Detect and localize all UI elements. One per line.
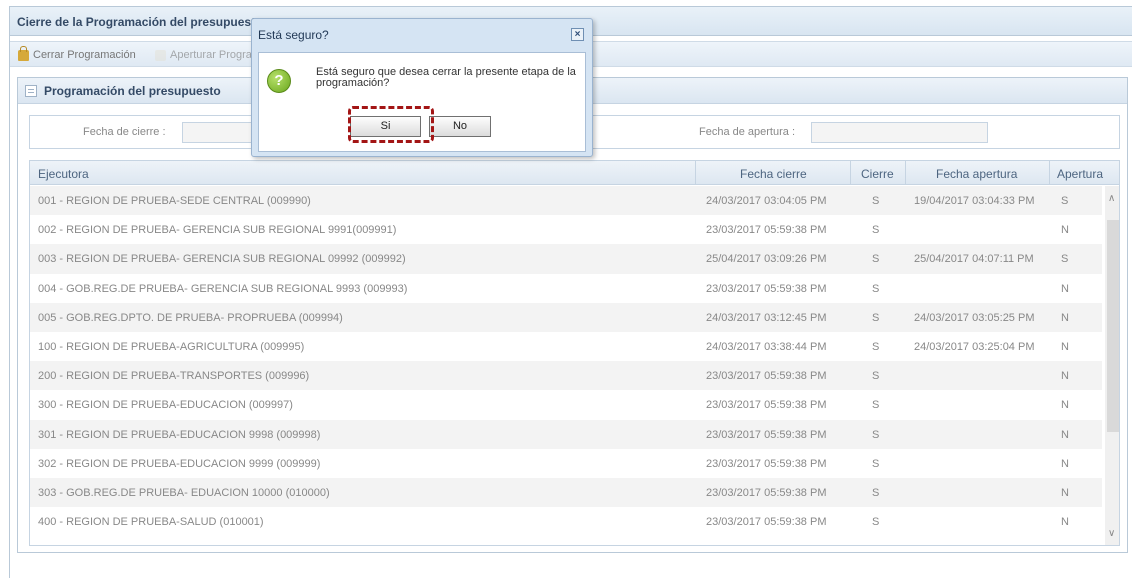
cell-apertura: N bbox=[1061, 486, 1069, 499]
cell-cierre: S bbox=[872, 457, 880, 470]
cell-apertura: N bbox=[1061, 224, 1069, 237]
cell-apertura: N bbox=[1061, 457, 1069, 470]
lock-icon bbox=[18, 45, 29, 61]
column-separator bbox=[905, 161, 906, 185]
chevron-up-icon[interactable]: ∧ bbox=[1108, 193, 1115, 204]
cell-fecha-cierre: 24/03/2017 03:38:44 PM bbox=[706, 340, 827, 353]
table-row[interactable]: 005 - GOB.REG.DPTO. DE PRUEBA- PROPRUEBA… bbox=[30, 302, 1102, 332]
cell-fecha-cierre: 23/03/2017 05:59:38 PM bbox=[706, 224, 827, 237]
cell-fecha-apertura: 24/03/2017 03:05:25 PM bbox=[914, 311, 1035, 324]
column-separator bbox=[1049, 161, 1050, 185]
cell-fecha-cierre: 23/03/2017 05:59:38 PM bbox=[706, 399, 827, 412]
cell-fecha-cierre: 25/04/2017 03:09:26 PM bbox=[706, 253, 827, 266]
column-header-fecha-cierre[interactable]: Fecha cierre bbox=[740, 167, 807, 181]
cell-ejecutora: 004 - GOB.REG.DE PRUEBA- GERENCIA SUB RE… bbox=[38, 282, 408, 295]
dialog-message: Está seguro que desea cerrar la presente… bbox=[316, 66, 576, 89]
cell-apertura: S bbox=[1061, 195, 1069, 207]
table-row[interactable]: 003 - REGION DE PRUEBA- GERENCIA SUB REG… bbox=[30, 244, 1102, 274]
table-row[interactable]: 004 - GOB.REG.DE PRUEBA- GERENCIA SUB RE… bbox=[30, 273, 1102, 303]
table-row[interactable]: 300 - REGION DE PRUEBA-EDUCACION (009997… bbox=[30, 390, 1102, 420]
cell-apertura: S bbox=[1061, 253, 1069, 266]
cell-apertura: N bbox=[1061, 282, 1069, 295]
question-icon: ? bbox=[267, 69, 291, 93]
executors-table: Ejecutora Fecha cierre Cierre Fecha aper… bbox=[29, 160, 1120, 546]
cell-ejecutora: 301 - REGION DE PRUEBA-EDUCACION 9998 (0… bbox=[38, 428, 321, 441]
table-row[interactable]: 200 - REGION DE PRUEBA-TRANSPORTES (0099… bbox=[30, 361, 1102, 391]
column-header-apertura[interactable]: Apertura bbox=[1057, 167, 1103, 181]
column-separator bbox=[850, 161, 851, 185]
cell-cierre: S bbox=[872, 340, 880, 353]
cell-ejecutora: 300 - REGION DE PRUEBA-EDUCACION (009997… bbox=[38, 399, 293, 412]
unlock-icon bbox=[155, 49, 166, 61]
table-row[interactable]: 301 - REGION DE PRUEBA-EDUCACION 9998 (0… bbox=[30, 419, 1102, 449]
close-date-label: Fecha de cierre : bbox=[83, 126, 166, 138]
cell-ejecutora: 002 - REGION DE PRUEBA- GERENCIA SUB REG… bbox=[38, 224, 397, 237]
dialog-title: Está seguro? bbox=[258, 28, 329, 42]
cell-ejecutora: 400 - REGION DE PRUEBA-SALUD (010001) bbox=[38, 516, 264, 529]
column-header-cierre[interactable]: Cierre bbox=[861, 167, 894, 181]
table-row[interactable]: 002 - REGION DE PRUEBA- GERENCIA SUB REG… bbox=[30, 215, 1102, 245]
cell-cierre: S bbox=[872, 195, 880, 207]
close-date-field[interactable] bbox=[182, 122, 262, 143]
cell-ejecutora: 100 - REGION DE PRUEBA-AGRICULTURA (0099… bbox=[38, 340, 305, 353]
column-header-fecha-apertura[interactable]: Fecha apertura bbox=[936, 167, 1017, 181]
cell-fecha-cierre: 23/03/2017 05:59:38 PM bbox=[706, 486, 827, 499]
table-body: 001 - REGION DE PRUEBA-SEDE CENTRAL (009… bbox=[30, 186, 1102, 537]
cell-apertura: N bbox=[1061, 399, 1069, 412]
window-title: Cierre de la Programación del presupuest… bbox=[17, 15, 263, 29]
cell-apertura: N bbox=[1061, 428, 1069, 441]
chevron-down-icon[interactable]: ∨ bbox=[1108, 528, 1115, 539]
cell-cierre: S bbox=[872, 282, 880, 295]
cell-fecha-cierre: 23/03/2017 05:59:38 PM bbox=[706, 282, 827, 295]
table-row[interactable]: 303 - GOB.REG.DE PRUEBA- EDUACION 10000 … bbox=[30, 477, 1102, 508]
cell-cierre: S bbox=[872, 224, 880, 237]
cell-fecha-cierre: 24/03/2017 03:04:05 PM bbox=[706, 195, 827, 207]
cell-fecha-cierre: 24/03/2017 03:12:45 PM bbox=[706, 311, 827, 324]
cell-cierre: S bbox=[872, 486, 880, 499]
cell-cierre: S bbox=[872, 516, 880, 529]
cell-apertura: N bbox=[1061, 516, 1069, 529]
table-row[interactable]: 302 - REGION DE PRUEBA-EDUCACION 9999 (0… bbox=[30, 448, 1102, 478]
cell-apertura: N bbox=[1061, 311, 1069, 324]
cell-ejecutora: 302 - REGION DE PRUEBA-EDUCACION 9999 (0… bbox=[38, 457, 321, 470]
cell-fecha-cierre: 23/03/2017 05:59:38 PM bbox=[706, 457, 827, 470]
cell-fecha-cierre: 23/03/2017 05:59:38 PM bbox=[706, 370, 827, 383]
open-date-label: Fecha de apertura : bbox=[699, 126, 796, 138]
open-date-field[interactable] bbox=[811, 122, 988, 143]
cell-fecha-apertura: 24/03/2017 03:25:04 PM bbox=[914, 340, 1035, 353]
cell-fecha-apertura: 25/04/2017 04:07:11 PM bbox=[914, 253, 1034, 266]
cell-ejecutora: 003 - REGION DE PRUEBA- GERENCIA SUB REG… bbox=[38, 253, 406, 266]
scrollbar-thumb[interactable] bbox=[1107, 220, 1119, 432]
cell-apertura: N bbox=[1061, 370, 1069, 383]
close-icon[interactable]: × bbox=[571, 28, 584, 41]
highlight-box bbox=[348, 106, 434, 143]
no-button[interactable]: No bbox=[429, 116, 491, 137]
column-header-ejecutora[interactable]: Ejecutora bbox=[38, 167, 89, 181]
cell-ejecutora: 005 - GOB.REG.DPTO. DE PRUEBA- PROPRUEBA… bbox=[38, 311, 343, 324]
vertical-scrollbar[interactable]: ∧ ∨ bbox=[1105, 186, 1119, 545]
column-separator bbox=[695, 161, 696, 185]
close-programming-label: Cerrar Programación bbox=[33, 49, 136, 61]
table-row[interactable]: 001 - REGION DE PRUEBA-SEDE CENTRAL (009… bbox=[30, 186, 1102, 216]
cell-cierre: S bbox=[872, 370, 880, 383]
cell-fecha-apertura: 19/04/2017 03:04:33 PM bbox=[914, 195, 1035, 207]
cell-ejecutora: 001 - REGION DE PRUEBA-SEDE CENTRAL (009… bbox=[38, 195, 311, 207]
close-programming-button[interactable]: Cerrar Programación bbox=[18, 45, 136, 61]
cell-cierre: S bbox=[872, 428, 880, 441]
panel-title: Programación del presupuesto bbox=[44, 84, 221, 98]
table-header: Ejecutora Fecha cierre Cierre Fecha aper… bbox=[30, 161, 1119, 185]
cell-cierre: S bbox=[872, 253, 880, 266]
cell-fecha-cierre: 23/03/2017 05:59:38 PM bbox=[706, 428, 827, 441]
cell-fecha-cierre: 23/03/2017 05:59:38 PM bbox=[706, 516, 827, 529]
table-row[interactable]: 400 - REGION DE PRUEBA-SALUD (010001) 23/… bbox=[30, 507, 1102, 537]
cell-cierre: S bbox=[872, 399, 880, 412]
cell-ejecutora: 200 - REGION DE PRUEBA-TRANSPORTES (0099… bbox=[38, 370, 310, 383]
cell-apertura: N bbox=[1061, 340, 1069, 353]
table-row[interactable]: 100 - REGION DE PRUEBA-AGRICULTURA (0099… bbox=[30, 331, 1102, 362]
cell-ejecutora: 303 - GOB.REG.DE PRUEBA- EDUACION 10000 … bbox=[38, 486, 330, 499]
panel-icon bbox=[25, 85, 37, 97]
cell-cierre: S bbox=[872, 311, 880, 324]
